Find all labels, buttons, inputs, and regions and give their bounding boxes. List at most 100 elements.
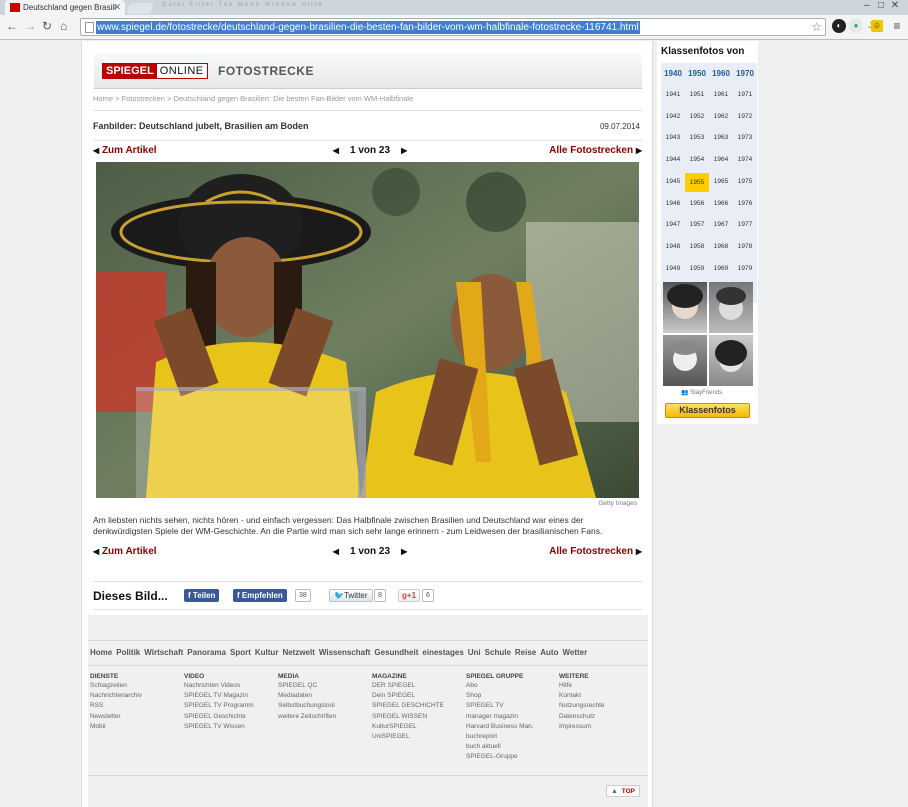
twitter-button[interactable]: 🐦Twitter: [329, 589, 373, 602]
footer-nav-item[interactable]: Sport: [230, 648, 251, 657]
extension-yellow-icon[interactable]: ☺: [871, 20, 883, 32]
footer-link[interactable]: Harvard Business Man.: [466, 722, 558, 732]
footer-link[interactable]: Dein SPIEGEL: [372, 691, 464, 701]
footer-link[interactable]: RSS: [90, 701, 182, 711]
url-text[interactable]: www.spiegel.de/fotostrecke/deutschland-g…: [96, 21, 640, 34]
year-link[interactable]: 1958: [685, 243, 709, 250]
footer-link[interactable]: SPIEGEL TV Programm: [184, 701, 276, 711]
year-link[interactable]: 1969: [709, 265, 733, 272]
year-link[interactable]: 1965: [709, 178, 733, 185]
year-link[interactable]: 1945: [661, 178, 685, 185]
year-link[interactable]: 1943: [661, 134, 685, 141]
footer-nav-item[interactable]: Wirtschaft: [144, 648, 183, 657]
close-window-icon[interactable]: ✕: [888, 0, 902, 11]
footer-nav-item[interactable]: Schule: [485, 648, 511, 657]
year-link[interactable]: 1968: [709, 243, 733, 250]
year-link[interactable]: 1954: [685, 156, 709, 163]
forward-arrow-icon[interactable]: →: [24, 19, 36, 33]
all-galleries-link[interactable]: Alle Fotostrecken ▶: [549, 145, 642, 156]
footer-link[interactable]: Shop: [466, 691, 558, 701]
class-photo-4[interactable]: [709, 335, 753, 386]
maximize-icon[interactable]: □: [874, 0, 888, 11]
back-arrow-icon[interactable]: ←: [6, 19, 18, 33]
year-link[interactable]: 1966: [709, 200, 733, 207]
year-link[interactable]: 1952: [685, 113, 709, 120]
year-link[interactable]: 1973: [733, 134, 757, 141]
year-link[interactable]: 1964: [709, 156, 733, 163]
prev-image-icon[interactable]: ◀: [333, 547, 339, 556]
next-image-icon[interactable]: ▶: [401, 146, 407, 155]
footer-link[interactable]: Newsletter: [90, 712, 182, 722]
footer-nav-item[interactable]: Reise: [515, 648, 536, 657]
year-link[interactable]: 1946: [661, 200, 685, 207]
back-to-article-link[interactable]: ◀ Zum Artikel: [93, 546, 157, 557]
footer-link[interactable]: SPIEGEL GESCHICHTE: [372, 701, 464, 711]
footer-link[interactable]: Selbstbuchungstool: [278, 701, 370, 711]
klassenfotos-button[interactable]: Klassenfotos: [665, 403, 750, 418]
home-icon[interactable]: ⌂: [60, 19, 67, 33]
class-photo-1[interactable]: [663, 282, 707, 333]
footer-link[interactable]: Nutzungsrechte: [559, 701, 651, 711]
year-link[interactable]: 1948: [661, 243, 685, 250]
back-to-top-button[interactable]: ▲ TOP: [606, 785, 640, 797]
class-photo-3[interactable]: [663, 335, 707, 386]
footer-link[interactable]: DER SPIEGEL: [372, 681, 464, 691]
footer-nav-item[interactable]: Netzwelt: [282, 648, 314, 657]
footer-link[interactable]: SPIEGEL TV: [466, 701, 558, 711]
footer-link[interactable]: Kontakt: [559, 691, 651, 701]
close-tab-icon[interactable]: ✕: [113, 0, 121, 15]
year-link[interactable]: 1967: [709, 221, 733, 228]
bookmark-star-icon[interactable]: ☆: [811, 20, 822, 34]
minimize-icon[interactable]: –: [860, 0, 874, 11]
back-to-article-link[interactable]: ◀ Zum Artikel: [93, 145, 157, 156]
footer-link[interactable]: buchreport: [466, 732, 558, 742]
extension-dark-icon[interactable]: ◐: [832, 19, 846, 33]
year-link[interactable]: 1949: [661, 265, 685, 272]
footer-link[interactable]: Nachrichtenarchiv: [90, 691, 182, 701]
decade-header[interactable]: 1970: [733, 69, 757, 78]
footer-link[interactable]: Mediadaten: [278, 691, 370, 701]
decade-header[interactable]: 1950: [685, 69, 709, 78]
footer-nav-item[interactable]: Politik: [116, 648, 140, 657]
gplus-button[interactable]: g+1: [398, 589, 421, 602]
footer-link[interactable]: SPIEGEL Geschichte: [184, 712, 276, 722]
footer-link[interactable]: SPIEGEL QC: [278, 681, 370, 691]
footer-nav-item[interactable]: Auto: [540, 648, 558, 657]
year-link[interactable]: 1974: [733, 156, 757, 163]
footer-link[interactable]: Abo: [466, 681, 558, 691]
year-link[interactable]: 1978: [733, 243, 757, 250]
footer-link[interactable]: Impressum: [559, 722, 651, 732]
footer-nav-item[interactable]: Wissenschaft: [319, 648, 371, 657]
footer-link[interactable]: manager magazin: [466, 712, 558, 722]
footer-link[interactable]: Mobil: [90, 722, 182, 732]
year-link[interactable]: 1976: [733, 200, 757, 207]
year-link[interactable]: 1977: [733, 221, 757, 228]
year-link[interactable]: 1941: [661, 91, 685, 98]
browser-tab[interactable]: Deutschland gegen Brasili ✕: [5, 0, 125, 15]
next-image-icon[interactable]: ▶: [401, 547, 407, 556]
footer-link[interactable]: SPIEGEL WISSEN: [372, 712, 464, 722]
footer-link[interactable]: SPIEGEL-Gruppe: [466, 752, 558, 762]
footer-link[interactable]: KulturSPIEGEL: [372, 722, 464, 732]
footer-nav-item[interactable]: Uni: [468, 648, 481, 657]
footer-link[interactable]: Schlagzeilen: [90, 681, 182, 691]
address-bar[interactable]: www.spiegel.de/fotostrecke/deutschland-g…: [80, 18, 826, 36]
year-link[interactable]: 1975: [733, 178, 757, 185]
footer-link[interactable]: Nachrichten Videos: [184, 681, 276, 691]
all-galleries-link[interactable]: Alle Fotostrecken ▶: [549, 546, 642, 557]
footer-link[interactable]: buch aktuell: [466, 742, 558, 752]
footer-link[interactable]: Datenschutz: [559, 712, 651, 722]
extension-green-icon[interactable]: ●: [849, 19, 863, 33]
footer-nav-item[interactable]: Gesundheit: [374, 648, 418, 657]
year-link[interactable]: 1951: [685, 91, 709, 98]
year-link[interactable]: 1959: [685, 265, 709, 272]
facebook-share-button[interactable]: f Teilen: [184, 589, 220, 602]
year-link[interactable]: 1972: [733, 113, 757, 120]
year-link[interactable]: 1944: [661, 156, 685, 163]
breadcrumb[interactable]: Home > Fotostrecken > Deutschland gegen …: [93, 94, 413, 103]
class-photo-2[interactable]: [709, 282, 753, 333]
facebook-like-button[interactable]: f Empfehlen: [233, 589, 287, 602]
year-link[interactable]: 1963: [709, 134, 733, 141]
reload-icon[interactable]: ↻: [42, 19, 52, 33]
year-link[interactable]: 1971: [733, 91, 757, 98]
